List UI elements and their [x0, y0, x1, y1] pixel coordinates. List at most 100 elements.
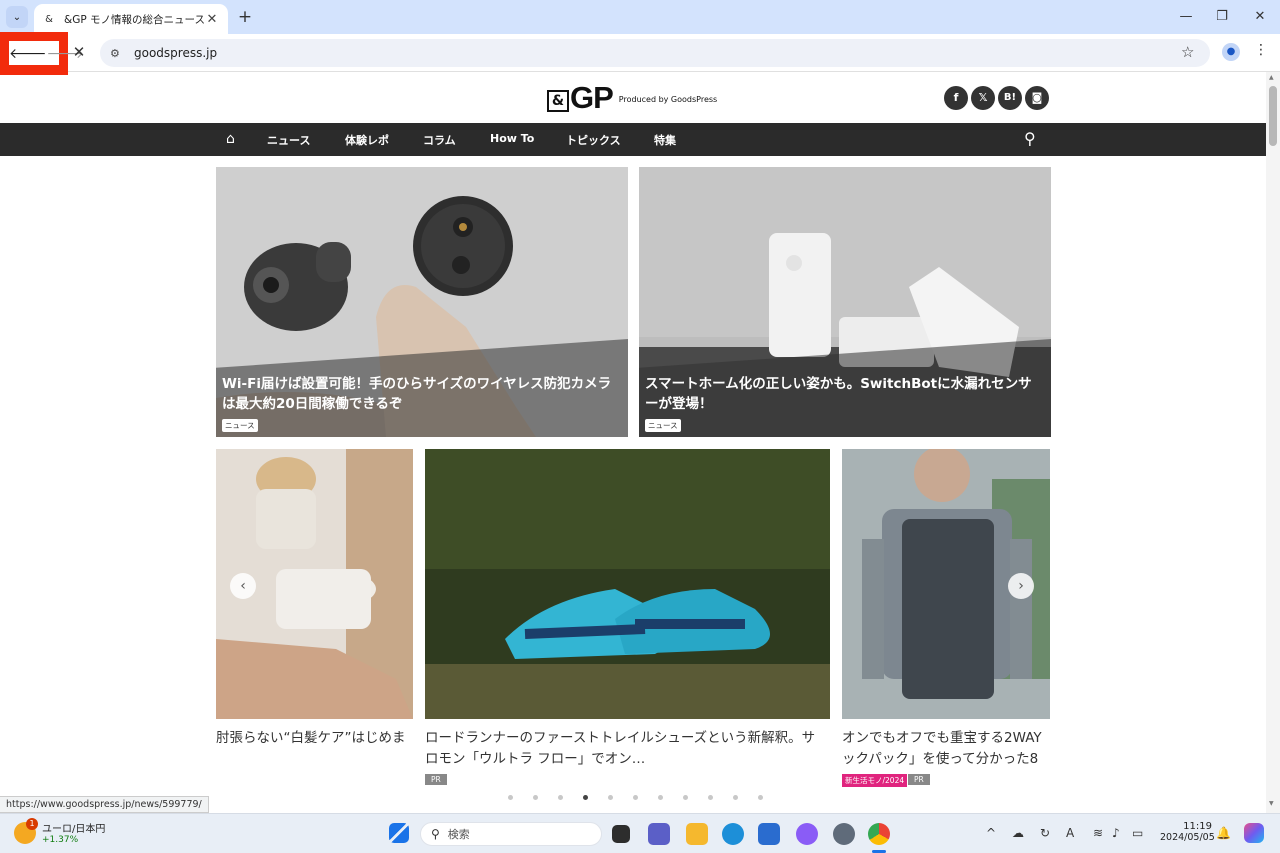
carousel-next-button[interactable]: › [1008, 573, 1034, 599]
address-bar[interactable]: ⚙ goodspress.jp [100, 39, 1210, 67]
hatena-bookmark-icon[interactable]: B! [998, 86, 1022, 110]
facebook-icon[interactable]: f [944, 86, 968, 110]
taskbar: 1 ユーロ/日本円 +1.37% ⚲ 検索 ^ ☁ ↻ A ≋ ♪ ▭ 11:1… [0, 813, 1280, 853]
notification-bell-icon[interactable]: 🔔 [1216, 826, 1231, 840]
pr-badge: PR [425, 774, 447, 785]
tab-search-button[interactable]: ⌄ [6, 6, 28, 28]
widget-ticker[interactable]: 1 ユーロ/日本円 +1.37% [14, 817, 106, 845]
feature-tag[interactable]: ニュース [222, 419, 258, 432]
carousel-card-title[interactable]: オンでもオフでも重宝する2WAY ックパック」を使って分かった8 [842, 728, 1050, 770]
taskbar-search[interactable]: ⚲ 検索 [420, 822, 602, 846]
nav-item-report[interactable]: 体験レポ [345, 132, 389, 148]
window-close-icon[interactable]: ✕ [1250, 9, 1270, 24]
carousel-dot[interactable] [758, 795, 763, 800]
scroll-up-icon[interactable]: ▲ [1269, 74, 1274, 81]
feature-card-switchbot[interactable]: スマートホーム化の正しい姿かも。SwitchBotに水漏れセンサーが登場！ ニュ… [639, 167, 1051, 437]
nav-item-feature[interactable]: 特集 [654, 132, 676, 148]
search-icon: ⚲ [431, 827, 440, 841]
carousel-dot[interactable] [583, 795, 588, 800]
scroll-down-icon[interactable]: ▼ [1269, 800, 1274, 807]
scrollbar[interactable]: ▲ ▼ [1266, 72, 1280, 813]
browser-tab[interactable]: & &GP モノ情報の総合ニュースサイト ✕ [34, 4, 228, 34]
carousel-prev-button[interactable]: ‹ [230, 573, 256, 599]
windows-start-icon[interactable] [389, 823, 409, 843]
site-logo[interactable]: & GP Produced by GoodsPress [547, 82, 718, 113]
nav-item-topics[interactable]: トピックス [566, 132, 621, 148]
card-title-line[interactable]: ロードランナーのファーストトレイルシューズという新解釈。サ [425, 728, 835, 749]
network-off-icon[interactable]: ☁ [1012, 826, 1024, 840]
carousel-dot[interactable] [533, 795, 538, 800]
feature-tag[interactable]: ニュース [645, 419, 681, 432]
carousel-dot[interactable] [683, 795, 688, 800]
carousel-dot[interactable] [558, 795, 563, 800]
volume-icon[interactable]: ♪ [1112, 826, 1120, 840]
carousel-card-title[interactable]: 肘張らない“白髪ケア”はじめま [216, 728, 416, 749]
clock-date: 2024/05/05 [1160, 832, 1215, 843]
search-icon[interactable]: ⚲ [1024, 129, 1036, 148]
feature-title[interactable]: スマートホーム化の正しい姿かも。SwitchBotに水漏れセンサーが登場！ [645, 374, 1045, 414]
nav-buttons: 🡐 🡒 [9, 41, 84, 65]
carousel-card-title[interactable]: ロードランナーのファーストトレイルシューズという新解釈。サ ロモン「ウルトラ フ… [425, 728, 835, 770]
nav-item-howto[interactable]: How To [490, 132, 534, 145]
chevron-down-icon: ⌄ [12, 11, 22, 23]
profile-avatar-icon[interactable]: ● [1222, 43, 1240, 61]
clock[interactable]: 11:19 2024/05/05 [1160, 821, 1215, 843]
feature-card-camera[interactable]: Wi-Fi届けば設置可能！手のひらサイズのワイヤレス防犯カメラは最大約20日間稼… [216, 167, 628, 437]
chart-widget-icon: 1 [14, 817, 38, 844]
pr-badge: PR [908, 774, 930, 785]
tray-overflow-icon[interactable]: ^ [986, 826, 996, 840]
chrome-icon[interactable] [868, 823, 890, 845]
status-bar-url: https://www.goodspress.jp/news/599779/ [0, 796, 209, 813]
task-view-icon[interactable] [612, 825, 630, 843]
carousel-dot[interactable] [708, 795, 713, 800]
carousel-dot[interactable] [733, 795, 738, 800]
url-text[interactable]: goodspress.jp [134, 46, 217, 60]
card-title-line[interactable]: オンでもオフでも重宝する2WAY [842, 728, 1050, 749]
nav-item-news[interactable]: ニュース [267, 132, 310, 148]
stop-loading-icon[interactable]: ✕ [70, 43, 88, 61]
tab-title: &GP モノ情報の総合ニュースサイト [64, 13, 204, 26]
favicon-icon: & [45, 13, 53, 25]
site-info-icon[interactable]: ⚙ [110, 47, 124, 60]
back-arrow-icon[interactable]: 🡐 [9, 45, 47, 62]
wifi-icon[interactable]: ≋ [1093, 826, 1103, 840]
file-explorer-icon[interactable] [686, 823, 708, 845]
browser-menu-icon[interactable]: ⋮ [1254, 42, 1268, 58]
category-badge[interactable]: 新生活モノ/2024 [842, 774, 908, 787]
ime-icon[interactable]: A [1066, 826, 1074, 840]
carousel-dot[interactable] [658, 795, 663, 800]
carousel-card-image[interactable] [425, 449, 830, 719]
tab-strip: ⌄ & &GP モノ情報の総合ニュースサイト ✕ + — ❐ ✕ [0, 0, 1280, 34]
store-icon[interactable] [758, 823, 780, 845]
carousel-dot[interactable] [633, 795, 638, 800]
logo-amp: & [547, 90, 569, 112]
nav-item-column[interactable]: コラム [423, 132, 456, 148]
minimize-icon[interactable]: — [1176, 9, 1196, 24]
main-nav: ⌂ ニュース 体験レポ コラム How To トピックス 特集 ⚲ [0, 123, 1266, 156]
ticker-change: +1.37% [42, 835, 79, 845]
sync-icon[interactable]: ↻ [1040, 826, 1050, 840]
home-icon[interactable]: ⌂ [226, 131, 235, 147]
card-title-line[interactable]: ロモン「ウルトラ フロー」でオン… [425, 749, 835, 770]
feature-title[interactable]: Wi-Fi届けば設置可能！手のひらサイズのワイヤレス防犯カメラは最大約20日間稼… [222, 374, 622, 414]
scrollbar-thumb[interactable] [1269, 86, 1277, 146]
tab-close-button[interactable]: ✕ [204, 12, 220, 27]
carousel-dot[interactable] [608, 795, 613, 800]
bookmark-star-icon[interactable]: ☆ [1181, 43, 1194, 61]
restore-icon[interactable]: ❐ [1212, 9, 1232, 24]
battery-icon[interactable]: ▭ [1132, 826, 1143, 840]
card-title-line[interactable]: 肘張らない“白髪ケア”はじめま [216, 728, 416, 749]
teams-icon[interactable] [648, 823, 670, 845]
carousel-dot[interactable] [508, 795, 513, 800]
logo-subtitle: Produced by GoodsPress [618, 95, 718, 104]
pocket-icon[interactable]: ◙ [1025, 86, 1049, 110]
edge-icon[interactable] [722, 823, 744, 845]
copilot-pre-icon[interactable] [1244, 823, 1264, 843]
ticker-label: ユーロ/日本円 [42, 824, 106, 835]
copilot-icon[interactable] [796, 823, 818, 845]
new-tab-button[interactable]: + [235, 7, 255, 27]
card-title-line[interactable]: ックパック」を使って分かった8 [842, 749, 1050, 770]
trail-shoes-photo [425, 449, 830, 719]
settings-gear-icon[interactable] [833, 823, 855, 845]
x-icon[interactable]: 𝕏 [971, 86, 995, 110]
